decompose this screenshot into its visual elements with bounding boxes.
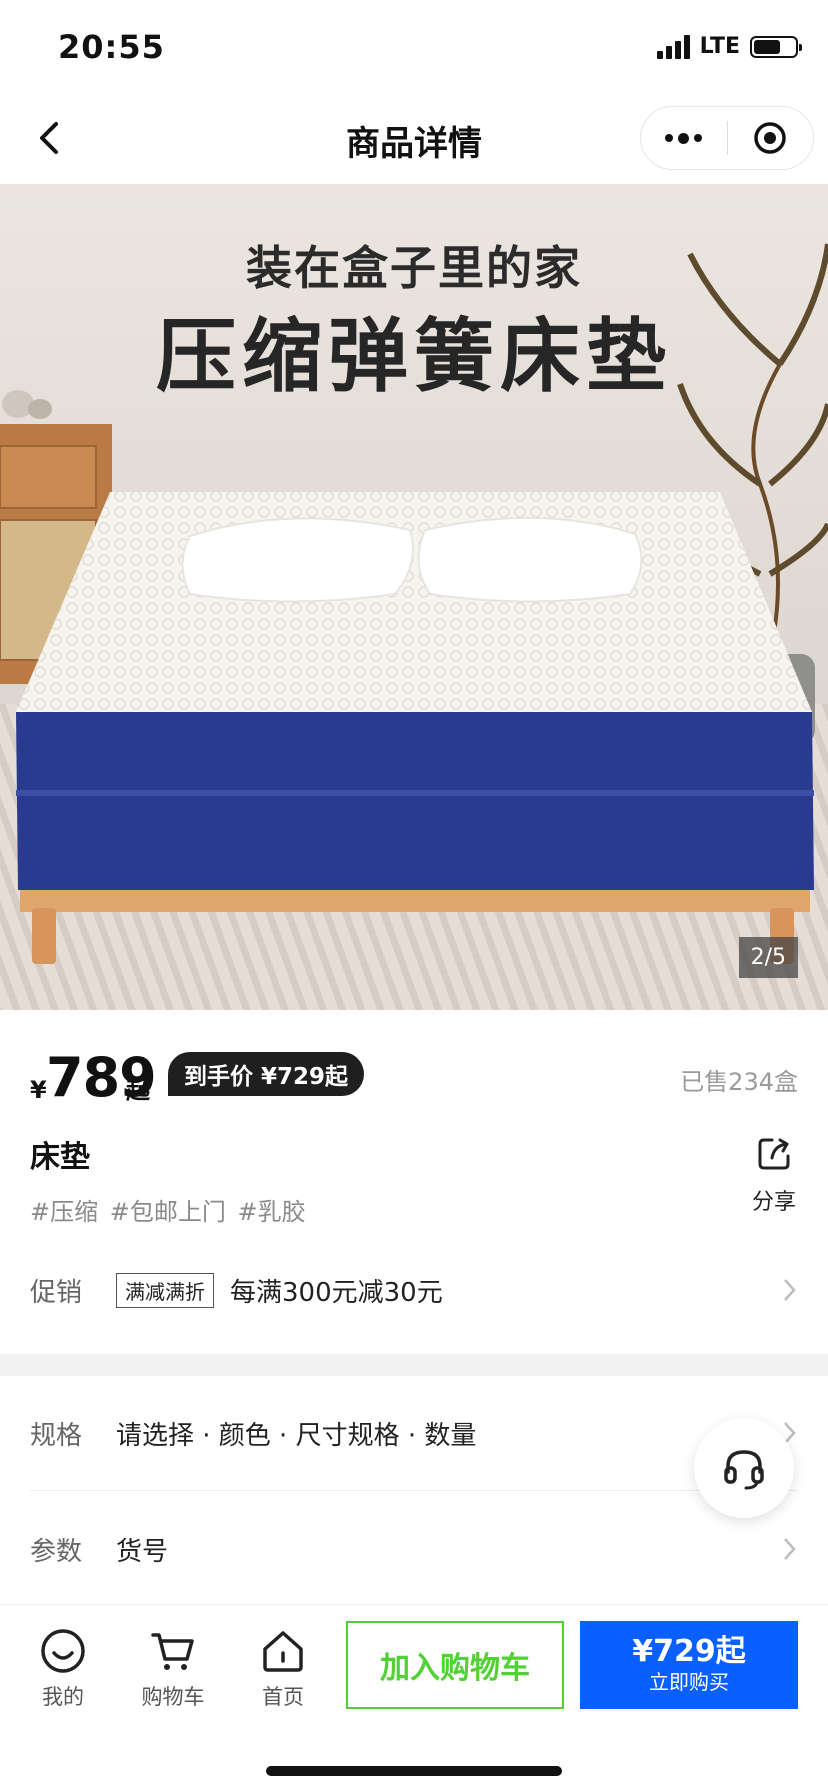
tab-cart-label: 购物车: [141, 1685, 205, 1709]
tab-cart[interactable]: 购物车: [128, 1627, 218, 1711]
promo-tag: 满减满折: [116, 1272, 214, 1308]
status-time: 20:55: [58, 28, 165, 66]
add-to-cart-button[interactable]: 加入购物车: [346, 1621, 564, 1709]
params-label: 参数: [30, 1536, 83, 1567]
buy-now-button[interactable]: ¥729起 立即购买: [580, 1621, 798, 1709]
share-button[interactable]: 分享: [748, 1134, 800, 1216]
status-indicators: LTE: [656, 34, 802, 59]
promo-row[interactable]: 促销 满减满折 每满300元减30元: [30, 1264, 798, 1316]
section-divider: [0, 1354, 828, 1376]
chevron-right-icon: [784, 1279, 796, 1301]
price-currency: ¥: [30, 1076, 47, 1104]
hero-caption-line2: 压缩弹簧床垫: [156, 310, 672, 403]
status-bar: 20:55 LTE: [0, 0, 828, 92]
bottom-action-bar: 我的 购物车 首页 加入购物车 ¥729起 立即购买: [0, 1604, 828, 1792]
battery-level: [754, 39, 780, 54]
spec-label: 规格: [30, 1420, 83, 1451]
share-label: 分享: [751, 1190, 796, 1215]
network-label: LTE: [699, 34, 740, 59]
carousel-page-indicator: 2/5: [738, 937, 798, 978]
target-icon[interactable]: [728, 106, 814, 170]
tab-home-label: 首页: [262, 1685, 304, 1709]
tab-mine[interactable]: 我的: [18, 1627, 108, 1711]
share-icon: [758, 1138, 790, 1170]
tab-mine-label: 我的: [42, 1685, 84, 1709]
chevron-right-icon: [784, 1538, 796, 1560]
row-divider: [30, 1490, 798, 1491]
sold-count: 已售234盒: [680, 1068, 798, 1096]
battery-icon: [750, 35, 802, 58]
smiley-icon: [41, 1629, 85, 1673]
mini-program-capsule: [640, 106, 814, 170]
spec-text: 请选择 · 颜色 · 尺寸规格 · 数量: [116, 1420, 477, 1451]
price-suffix: 起: [126, 1076, 150, 1104]
buy-now-label: 立即购买: [649, 1670, 729, 1694]
tab-home[interactable]: 首页: [238, 1627, 328, 1711]
nav-bar: 商品详情: [0, 92, 828, 184]
customer-service-button[interactable]: [694, 1418, 794, 1518]
product-title: 床垫: [30, 1140, 90, 1175]
headset-icon: [724, 1450, 764, 1490]
params-text: 货号: [116, 1536, 169, 1567]
price-row: ¥ 789 起 到手价 ¥729起 已售234盒: [30, 1046, 798, 1116]
more-icon[interactable]: [641, 106, 727, 170]
promo-text: 每满300元减30元: [230, 1277, 443, 1308]
product-tags: #压缩 #包邮上门 #乳胶: [30, 1198, 306, 1226]
promo-label: 促销: [30, 1277, 83, 1308]
hero-caption-line1: 装在盒子里的家: [246, 241, 582, 295]
params-row[interactable]: 参数 货号: [30, 1514, 798, 1584]
home-indicator: [266, 1766, 562, 1776]
buy-now-price: ¥729起: [632, 1634, 746, 1669]
product-image-carousel[interactable]: 装在盒子里的家 压缩弹簧床垫 2/5: [0, 184, 828, 1010]
final-price-badge: 到手价 ¥729起: [168, 1052, 365, 1096]
cart-icon: [151, 1633, 194, 1670]
spec-row[interactable]: 规格 请选择 · 颜色 · 尺寸规格 · 数量: [30, 1398, 798, 1468]
home-icon: [263, 1631, 303, 1672]
signal-icon: [656, 34, 690, 59]
